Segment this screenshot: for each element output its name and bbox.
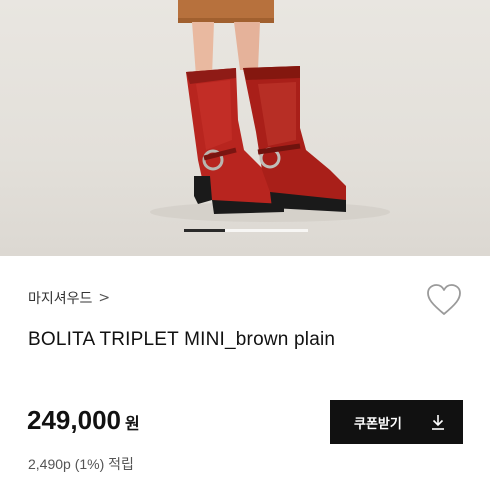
boots-illustration: [150, 0, 390, 222]
price-unit: 원: [124, 414, 140, 433]
chevron-right-icon: >: [98, 290, 111, 306]
price-amount: 249,000: [27, 405, 121, 435]
product-image[interactable]: [0, 0, 490, 256]
download-icon: [432, 415, 444, 430]
reward-points: 2,490p (1%) 적립: [28, 456, 134, 472]
coupon-button-label: 쿠폰받기: [354, 416, 402, 432]
brand-link[interactable]: 마지셔우드 >: [28, 288, 110, 308]
heart-outline-icon: [427, 284, 461, 315]
brand-name: 마지셔우드: [28, 291, 93, 307]
gallery-pager-thumb: [184, 229, 225, 232]
wishlist-button[interactable]: [424, 282, 464, 318]
coupon-download-button[interactable]: 쿠폰받기: [330, 400, 463, 444]
gallery-pager: [184, 229, 308, 232]
price: 249,000 원: [27, 405, 140, 436]
product-title: BOLITA TRIPLET MINI_brown plain: [28, 329, 336, 350]
